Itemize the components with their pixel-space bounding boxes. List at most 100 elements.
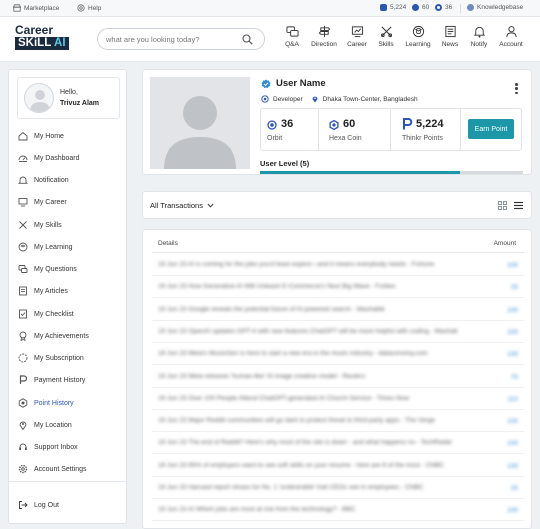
nav-account[interactable]: Account (496, 25, 526, 48)
sidebar-item-label: My Location (34, 421, 72, 429)
table-row[interactable]: 19 Jun 23 AI is coming for the jobs you'… (152, 254, 524, 276)
search-input[interactable] (106, 33, 236, 45)
table-row[interactable]: 19 Jun 23 Over 100 People Attend ChatGPT… (152, 388, 524, 410)
transaction-details: 19 Jun 23 The end of Reddit? Here's why … (158, 439, 453, 447)
profile-name: User Name (276, 78, 326, 89)
nav-learning-label: Learning (405, 41, 431, 48)
sidebar-item-learning[interactable]: My Learning (18, 241, 73, 253)
table-row[interactable]: 19 Jun 23 Meta releases 'human-like' AI … (152, 366, 524, 388)
location-pin-icon (312, 96, 318, 103)
transaction-amount: 110 (507, 395, 518, 403)
profile-location: Dhaka Town-Center, Bangladesh (322, 95, 418, 103)
sidebar-item-home[interactable]: My Home (18, 130, 64, 142)
sidebar-item-subscription[interactable]: My Subscription (18, 352, 84, 364)
nav-qa-label: Q&A (285, 41, 299, 48)
help-icon (77, 4, 85, 12)
sidebar-item-account-settings[interactable]: Account Settings (18, 463, 87, 475)
sidebar-item-label: My Questions (34, 265, 77, 273)
home-icon (18, 131, 28, 141)
nav-direction[interactable]: Direction (309, 25, 339, 48)
sidebar-item-support-inbox[interactable]: Support Inbox (18, 441, 78, 453)
view-toggle (498, 201, 523, 210)
nav-notify[interactable]: Notify (464, 25, 494, 48)
grid-view-icon[interactable] (498, 201, 507, 210)
logout-button[interactable]: Log Out (18, 499, 59, 511)
payment-icon (18, 375, 28, 385)
table-row[interactable]: 19 Jun 23 How Generative AI Will Unleash… (152, 276, 524, 299)
sidebar-item-dashboard[interactable]: My Dashboard (18, 152, 80, 164)
learning-icon (18, 242, 28, 252)
transaction-details: 19 Jun 23 65% of employers want to see s… (158, 461, 445, 469)
sidebar-item-payment-history[interactable]: Payment History (18, 374, 85, 386)
questions-icon (18, 264, 28, 274)
transaction-details: 19 Jun 23 AI is coming for the jobs you'… (158, 261, 435, 268)
table-row[interactable]: 19 Jun 23 AI Which jobs are most at risk… (152, 499, 524, 522)
sidebar-item-label: My Home (34, 132, 64, 140)
sidebar-item-skills[interactable]: My Skills (18, 219, 62, 231)
orbit-icon (435, 4, 442, 11)
transactions-filter-dropdown[interactable]: All Transactions (150, 201, 214, 210)
nav-qa[interactable]: Q&A (277, 25, 307, 48)
sidebar-item-label: My Dashboard (34, 154, 80, 162)
transaction-details: 19 Jun 23 Google reveals the potential f… (158, 305, 385, 313)
nav-learning[interactable]: Learning (403, 25, 433, 48)
settings-icon (18, 464, 28, 474)
profile-meta: Developer Dhaka Town-Center, Bangladesh (261, 95, 418, 103)
transaction-amount: 100 (507, 418, 518, 426)
profile-photo[interactable] (150, 77, 250, 169)
transactions-table: Details Amount 19 Jun 23 AI is coming fo… (142, 229, 532, 529)
hexa-value: 60 (422, 4, 430, 11)
sidebar-item-notification[interactable]: Notification (18, 174, 69, 186)
transaction-details: 19 Jun 23 Harvard report shows for No. 1… (158, 484, 424, 491)
sidebar-item-articles[interactable]: My Articles (18, 285, 68, 297)
articles-icon (18, 286, 28, 296)
points-icon (18, 398, 28, 408)
table-row[interactable]: 19 Jun 23 The end of Reddit? Here's why … (152, 432, 524, 455)
learning-icon (412, 25, 424, 38)
stat-hexa: 60 Hexa Coin (323, 109, 393, 150)
help-link[interactable]: Help (77, 4, 101, 12)
stat-hexa-label: Hexa Coin (329, 135, 362, 142)
earn-point-button[interactable]: Earn Point (468, 119, 514, 139)
table-row[interactable]: 19 Jun 23 Harvard report shows for No. 1… (152, 477, 524, 499)
user-level-progress-fill (260, 171, 460, 174)
table-row[interactable]: 19 Jun 23 OpenAI updates GPT-4 with new … (152, 321, 524, 343)
more-options-icon[interactable] (515, 83, 518, 94)
user-greeting: Hello, (60, 89, 78, 96)
sidebar-item-career[interactable]: My Career (18, 196, 67, 208)
verified-badge-icon (261, 79, 271, 88)
transaction-amount: 100 (507, 440, 518, 448)
transaction-details: 19 Jun 23 Over 100 People Attend ChatGPT… (158, 394, 410, 402)
search-icon[interactable] (242, 34, 253, 45)
transaction-details: 19 Jun 23 Major Reddit communities will … (158, 417, 435, 425)
table-row[interactable]: 19 Jun 23 65% of employers want to see s… (152, 455, 524, 477)
sidebar-item-questions[interactable]: My Questions (18, 263, 77, 275)
transactions-filter-label: All Transactions (150, 201, 203, 210)
sidebar-item-label: Account Settings (34, 465, 87, 473)
list-view-icon[interactable] (514, 201, 523, 210)
nav-career[interactable]: Career (342, 25, 372, 48)
header-divider (152, 252, 524, 253)
news-icon (444, 25, 456, 38)
avatar (24, 83, 54, 113)
marketplace-link[interactable]: Marketplace (13, 4, 59, 12)
qa-icon (285, 26, 299, 37)
table-row[interactable]: 19 Jun 23 Meta's MusicGen is here to sta… (152, 343, 524, 366)
nav-news-label: News (441, 41, 459, 48)
sidebar-item-point-history[interactable]: Point History (18, 397, 74, 409)
table-row[interactable]: 19 Jun 23 Major Reddit communities will … (152, 410, 524, 433)
nav-career-label: Career (347, 41, 367, 48)
logo[interactable]: Career SKiLL AI (15, 24, 75, 54)
column-header-amount: Amount (493, 240, 516, 247)
sidebar-item-checklist[interactable]: My Checklist (18, 308, 74, 320)
nav-news[interactable]: News (435, 25, 465, 48)
knowledgebase-link[interactable]: Knowledgebase (467, 4, 523, 11)
sidebar-item-achievements[interactable]: My Achievements (18, 330, 89, 342)
sidebar-item-label: Support Inbox (34, 443, 78, 451)
user-card[interactable]: Hello, Trivuz Alam (17, 77, 120, 119)
store-icon (13, 4, 21, 12)
stats-box: 36 Orbit 60 Hexa Coin 5,224 Thinkr Point… (260, 108, 522, 151)
table-row[interactable]: 19 Jun 23 Google reveals the potential f… (152, 299, 524, 321)
nav-skills[interactable]: Skills (371, 25, 401, 48)
sidebar-item-location[interactable]: My Location (18, 419, 72, 431)
